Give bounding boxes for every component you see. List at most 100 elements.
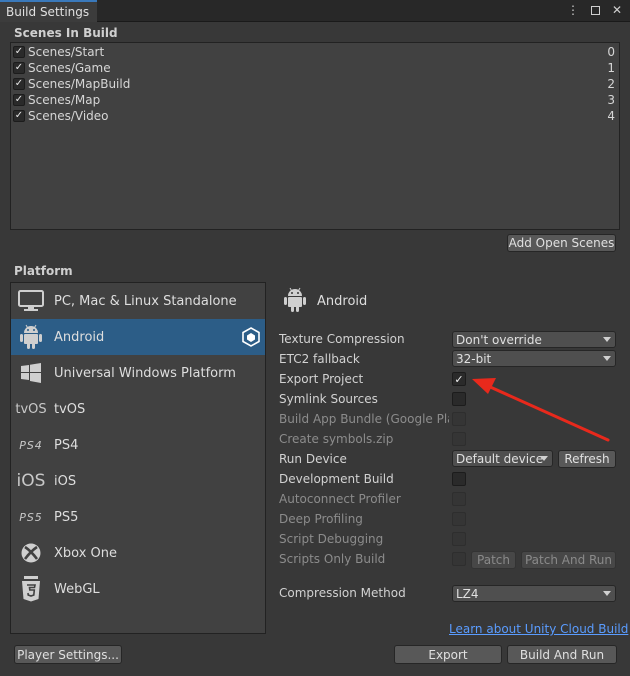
maximize-icon[interactable]: [588, 3, 602, 17]
platform-item-webgl[interactable]: WebGL: [11, 571, 265, 607]
scene-index: 1: [607, 61, 615, 75]
deep-profiling-checkbox[interactable]: [452, 512, 466, 526]
refresh-button[interactable]: Refresh: [558, 450, 616, 468]
player-settings-button[interactable]: Player Settings...: [14, 645, 122, 664]
development-build-checkbox[interactable]: [452, 472, 466, 486]
script-debugging-checkbox[interactable]: [452, 532, 466, 546]
scene-index: 3: [607, 93, 615, 107]
platform-item-label: WebGL: [54, 581, 100, 597]
development-build-label: Development Build: [279, 472, 394, 486]
ios-logo: iOS: [16, 471, 46, 491]
platform-item-standalone[interactable]: PC, Mac & Linux Standalone: [11, 283, 265, 319]
scene-row[interactable]: ✓ Scenes/MapBuild 2: [13, 76, 617, 92]
ps4-logo: PS4: [19, 438, 43, 452]
texture-compression-label: Texture Compression: [279, 332, 405, 346]
scene-name: Scenes/MapBuild: [28, 77, 131, 91]
compression-method-dropdown[interactable]: LZ4: [452, 585, 616, 602]
platform-item-ps5[interactable]: PS5 PS5: [11, 499, 265, 535]
script-debugging-label: Script Debugging: [279, 532, 384, 546]
texture-compression-value: Don't override: [456, 332, 542, 347]
scenes-list[interactable]: ✓ Scenes/Start 0 ✓ Scenes/Game 1 ✓ Scene…: [10, 42, 620, 230]
scene-checkbox[interactable]: ✓: [13, 110, 25, 122]
scene-row[interactable]: ✓ Scenes/Game 1: [13, 60, 617, 76]
run-device-label: Run Device: [279, 452, 347, 466]
platform-item-label: tvOS: [54, 401, 86, 417]
xbox-icon: [16, 538, 46, 568]
scene-index: 0: [607, 45, 615, 59]
scene-checkbox[interactable]: ✓: [13, 78, 25, 90]
add-open-scenes-button[interactable]: Add Open Scenes: [507, 234, 616, 252]
platform-item-label: PS4: [54, 437, 79, 453]
chevron-down-icon: [603, 337, 611, 342]
build-app-bundle-checkbox[interactable]: [452, 412, 466, 426]
etc2-fallback-label: ETC2 fallback: [279, 352, 360, 366]
platform-item-ios[interactable]: iOS iOS: [11, 463, 265, 499]
platform-item-xbox[interactable]: Xbox One: [11, 535, 265, 571]
export-button[interactable]: Export: [394, 645, 502, 664]
autoconnect-profiler-checkbox[interactable]: [452, 492, 466, 506]
build-settings-tab[interactable]: Build Settings: [0, 0, 97, 22]
platform-list: PC, Mac & Linux Standalone Android Unive…: [10, 282, 266, 634]
html5-icon: [16, 574, 46, 604]
platform-item-label: Universal Windows Platform: [54, 365, 236, 381]
scripts-only-build-label: Scripts Only Build: [279, 552, 386, 566]
deep-profiling-label: Deep Profiling: [279, 512, 363, 526]
close-icon[interactable]: ✕: [610, 3, 624, 17]
scene-name: Scenes/Video: [28, 109, 109, 123]
scene-name: Scenes/Map: [28, 93, 101, 107]
tab-title: Build Settings: [6, 5, 90, 19]
platform-item-label: PC, Mac & Linux Standalone: [54, 293, 237, 309]
selected-platform-name: Android: [317, 294, 368, 309]
platform-item-label: iOS: [54, 473, 77, 489]
create-symbols-label: Create symbols.zip: [279, 432, 394, 446]
patch-and-run-button[interactable]: Patch And Run: [521, 551, 616, 569]
scripts-only-build-checkbox[interactable]: [452, 552, 466, 566]
export-project-checkbox[interactable]: ✓: [452, 372, 466, 386]
scene-checkbox[interactable]: ✓: [13, 94, 25, 106]
platform-item-android[interactable]: Android: [11, 319, 265, 355]
annotation-arrow: [472, 378, 610, 442]
kebab-menu-icon[interactable]: ⋮: [566, 3, 580, 17]
ps5-logo: PS5: [19, 510, 43, 524]
symlink-sources-checkbox[interactable]: [452, 392, 466, 406]
chevron-down-icon: [603, 591, 611, 596]
unity-logo-icon: [241, 327, 261, 347]
tvos-logo: tvOS: [15, 401, 47, 417]
run-device-dropdown[interactable]: Default device: [452, 450, 553, 467]
chevron-down-icon: [603, 356, 611, 361]
platform-item-ps4[interactable]: PS4 PS4: [11, 427, 265, 463]
windows-icon: [16, 358, 46, 388]
platform-item-uwp[interactable]: Universal Windows Platform: [11, 355, 265, 391]
scene-row[interactable]: ✓ Scenes/Map 3: [13, 92, 617, 108]
selected-platform-header: Android: [283, 287, 367, 316]
platform-item-label: PS5: [54, 509, 79, 525]
window-tab-bar: Build Settings ⋮ ✕: [0, 0, 630, 22]
scene-row[interactable]: ✓ Scenes/Video 4: [13, 108, 617, 124]
platform-item-label: Android: [54, 329, 105, 345]
run-device-value: Default device: [456, 451, 544, 466]
scene-index: 4: [607, 109, 615, 123]
scene-name: Scenes/Game: [28, 61, 111, 75]
scenes-in-build-title: Scenes In Build: [14, 26, 118, 40]
create-symbols-checkbox[interactable]: [452, 432, 466, 446]
autoconnect-profiler-label: Autoconnect Profiler: [279, 492, 401, 506]
chevron-down-icon: [540, 456, 548, 461]
scene-checkbox[interactable]: ✓: [13, 62, 25, 74]
compression-method-label: Compression Method: [279, 586, 406, 600]
platform-item-tvos[interactable]: tvOS tvOS: [11, 391, 265, 427]
scene-checkbox[interactable]: ✓: [13, 46, 25, 58]
symlink-sources-label: Symlink Sources: [279, 392, 378, 406]
etc2-fallback-dropdown[interactable]: 32-bit: [452, 350, 616, 367]
build-and-run-button[interactable]: Build And Run: [507, 645, 617, 664]
texture-compression-dropdown[interactable]: Don't override: [452, 331, 616, 348]
android-icon: [283, 287, 307, 316]
window-tools: ⋮ ✕: [566, 3, 624, 17]
scene-name: Scenes/Start: [28, 45, 105, 59]
etc2-fallback-value: 32-bit: [456, 351, 492, 366]
compression-method-value: LZ4: [456, 586, 479, 601]
patch-button[interactable]: Patch: [471, 551, 516, 569]
unity-cloud-build-link[interactable]: Learn about Unity Cloud Build: [449, 622, 628, 636]
scene-row[interactable]: ✓ Scenes/Start 0: [13, 44, 617, 60]
platform-title: Platform: [14, 264, 73, 278]
platform-item-label: Xbox One: [54, 545, 118, 561]
